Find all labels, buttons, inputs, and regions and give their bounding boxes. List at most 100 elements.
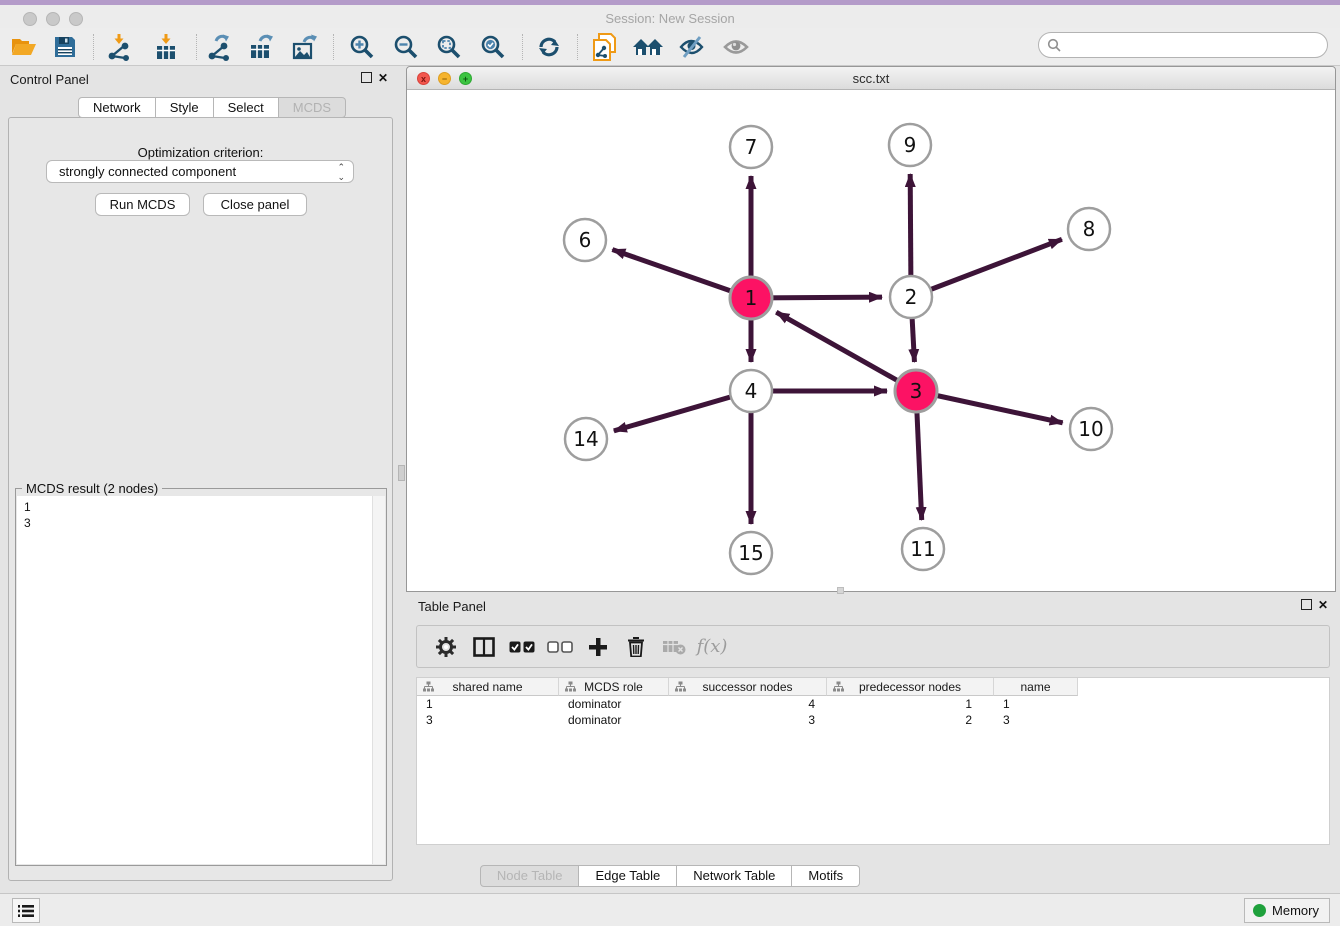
- graph-node-label-4: 4: [745, 379, 758, 403]
- network-titlebar[interactable]: x − + scc.txt: [407, 67, 1335, 90]
- window-title: Session: New Session: [0, 11, 1340, 26]
- graph-edge-2-8[interactable]: [911, 239, 1062, 297]
- table-header-row: shared name MCDS role successor nodes prede…: [417, 678, 1329, 696]
- table-toolbar: f(x): [416, 625, 1330, 668]
- cell-name[interactable]: 1: [994, 696, 1078, 712]
- run-mcds-button[interactable]: Run MCDS: [95, 193, 190, 216]
- cell-MCDS-role[interactable]: dominator: [559, 696, 669, 712]
- export-image-icon[interactable]: [288, 33, 322, 61]
- toolbar-separator: [333, 34, 334, 60]
- graph-node-label-14: 14: [573, 427, 598, 451]
- column-header-MCDS-role[interactable]: MCDS role: [559, 678, 669, 696]
- network-graph[interactable]: 7968124314101511: [407, 90, 1335, 591]
- cell-MCDS-role[interactable]: dominator: [559, 712, 669, 728]
- column-header-label: predecessor nodes: [859, 680, 961, 694]
- control-panel-close-icon[interactable]: ✕: [378, 72, 388, 84]
- cell-successor-nodes[interactable]: 4: [669, 696, 827, 712]
- cell-shared-name[interactable]: 1: [417, 696, 559, 712]
- toolbar-separator: [93, 34, 94, 60]
- tab-network-table[interactable]: Network Table: [677, 865, 792, 887]
- fx-label: f(x): [697, 636, 728, 657]
- memory-label: Memory: [1272, 903, 1319, 918]
- tab-select[interactable]: Select: [214, 97, 279, 118]
- delete-column-trash-icon[interactable]: [617, 631, 655, 663]
- apply-layout-icon[interactable]: [532, 33, 566, 61]
- toolbar-separator: [577, 34, 578, 60]
- cell-predecessor-nodes[interactable]: 1: [827, 696, 994, 712]
- graph-edge-3-1[interactable]: [776, 312, 916, 391]
- search-input[interactable]: [1038, 32, 1328, 58]
- column-header-name[interactable]: name: [994, 678, 1078, 696]
- memory-status-dot: [1253, 904, 1266, 917]
- network-window: x − + scc.txt 7968124314101511: [406, 66, 1336, 592]
- tab-node-table[interactable]: Node Table: [480, 865, 580, 887]
- network-resize-handle[interactable]: [837, 587, 844, 594]
- zoom-in-icon[interactable]: [345, 33, 379, 61]
- import-table-icon[interactable]: [149, 33, 183, 61]
- splitter-grip[interactable]: [398, 465, 405, 481]
- export-network-icon[interactable]: [202, 33, 236, 61]
- column-header-predecessor-nodes[interactable]: predecessor nodes: [827, 678, 994, 696]
- select-all-icon[interactable]: [503, 631, 541, 663]
- show-column-panel-icon[interactable]: [465, 631, 503, 663]
- graph-edge-3-10[interactable]: [916, 391, 1063, 423]
- delete-table-icon[interactable]: [655, 631, 693, 663]
- vertical-splitter[interactable]: [397, 66, 406, 893]
- table-panel-float-button[interactable]: [1301, 599, 1312, 610]
- task-history-button[interactable]: [12, 898, 40, 923]
- graph-node-label-1: 1: [745, 286, 758, 310]
- table-tabs-bar: Node TableEdge TableNetwork TableMotifs: [0, 865, 1340, 887]
- optimization-criterion-label: Optimization criterion:: [9, 145, 392, 160]
- column-header-successor-nodes[interactable]: successor nodes: [669, 678, 827, 696]
- mcds-result-scrollbar[interactable]: [372, 496, 385, 864]
- close-panel-button[interactable]: Close panel: [203, 193, 307, 216]
- open-session-icon[interactable]: [6, 33, 40, 61]
- table-row[interactable]: 3dominator323: [417, 712, 1329, 728]
- cell-successor-nodes[interactable]: 3: [669, 712, 827, 728]
- deselect-all-icon[interactable]: [541, 631, 579, 663]
- column-header-shared-name[interactable]: shared name: [417, 678, 559, 696]
- toolbar-separator: [522, 34, 523, 60]
- show-all-icon[interactable]: [719, 33, 753, 61]
- mcds-result-text[interactable]: 1 3: [17, 496, 374, 864]
- zoom-fit-icon[interactable]: [432, 33, 466, 61]
- tab-style[interactable]: Style: [156, 97, 214, 118]
- hide-selected-icon[interactable]: [675, 33, 709, 61]
- table-panel-title: Table Panel: [418, 599, 486, 614]
- tab-motifs[interactable]: Motifs: [792, 865, 860, 887]
- tab-mcds[interactable]: MCDS: [279, 97, 346, 118]
- node-table[interactable]: shared name MCDS role successor nodes prede…: [416, 677, 1330, 845]
- function-builder-icon[interactable]: f(x): [693, 631, 731, 663]
- memory-button[interactable]: Memory: [1244, 898, 1330, 923]
- criterion-dropdown[interactable]: strongly connected component ⌃⌄: [46, 160, 354, 183]
- column-header-label: shared name: [452, 680, 522, 694]
- zoom-out-icon[interactable]: [389, 33, 423, 61]
- add-column-icon[interactable]: [579, 631, 617, 663]
- table-panel-close-icon[interactable]: ✕: [1318, 599, 1328, 611]
- control-panel-float-button[interactable]: [361, 72, 372, 83]
- table-row[interactable]: 1dominator411: [417, 696, 1329, 712]
- network-title: scc.txt: [407, 71, 1335, 86]
- graph-node-label-2: 2: [905, 285, 918, 309]
- import-network-icon[interactable]: [102, 33, 136, 61]
- network-canvas[interactable]: 7968124314101511: [407, 90, 1335, 591]
- export-table-icon[interactable]: [245, 33, 279, 61]
- save-session-icon[interactable]: [48, 33, 82, 61]
- cell-shared-name[interactable]: 3: [417, 712, 559, 728]
- main-toolbar: [0, 28, 1340, 66]
- network-from-selection-icon[interactable]: [587, 33, 621, 61]
- graph-node-label-8: 8: [1083, 217, 1096, 241]
- tab-network[interactable]: Network: [78, 97, 156, 118]
- table-settings-gear-icon[interactable]: [427, 631, 465, 663]
- control-panel-header: Control Panel ✕: [0, 66, 397, 92]
- status-bar: Memory: [0, 893, 1340, 926]
- cell-predecessor-nodes[interactable]: 2: [827, 712, 994, 728]
- first-neighbors-icon[interactable]: [631, 33, 665, 61]
- criterion-value: strongly connected component: [59, 164, 236, 179]
- zoom-selected-icon[interactable]: [476, 33, 510, 61]
- tab-edge-table[interactable]: Edge Table: [579, 865, 677, 887]
- column-header-label: MCDS role: [584, 680, 643, 694]
- control-panel-tabs: Network Style Select MCDS: [78, 97, 346, 118]
- cell-name[interactable]: 3: [994, 712, 1078, 728]
- graph-node-label-7: 7: [745, 135, 758, 159]
